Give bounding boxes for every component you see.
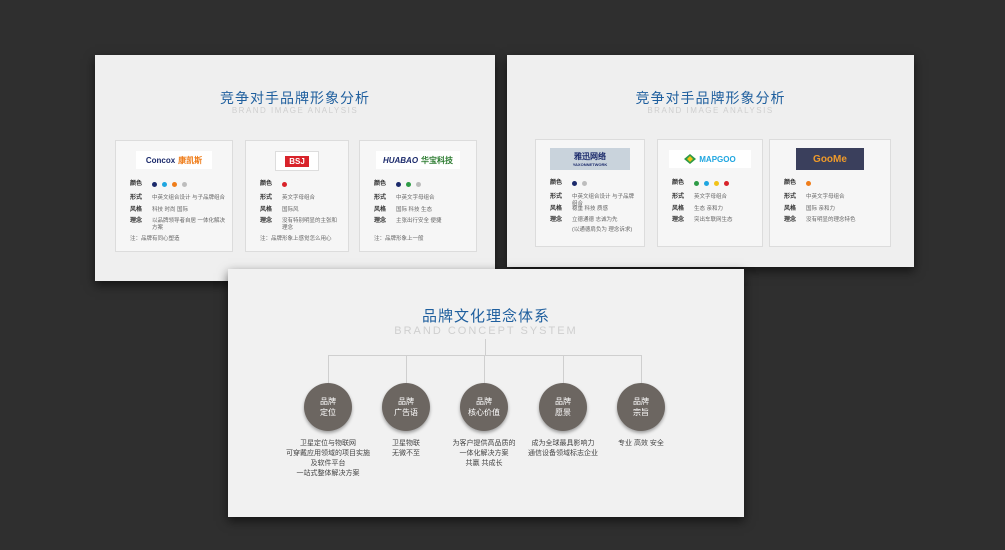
form-row: 形式 英文字母组合 bbox=[672, 194, 728, 200]
brand-logo-huabao: HUABAO 华宝科技 bbox=[376, 151, 460, 169]
brand-logo-concox: Concox 康凯斯 bbox=[136, 151, 212, 169]
color-swatch bbox=[806, 181, 811, 186]
color-swatch bbox=[416, 182, 421, 187]
competitor-card-mapgoo: MAPGOO 颜色 形式 英文字母组合 风格 生态 亲和力 理念 突出车联网生态 bbox=[657, 139, 763, 247]
connector-line bbox=[328, 355, 329, 383]
color-swatches bbox=[694, 180, 729, 187]
competitor-card-concox: Concox 康凯斯 颜色 形式 中英文组合设计 与子品牌组合 风格 科技 时尚 国… bbox=[115, 140, 233, 252]
style-row: 风格 国际 亲和力 bbox=[784, 206, 836, 212]
competitor-analysis-panel-2: 竞争对手品牌形象分析 BRAND IMAGE ANALYSIS 雅迅网络 YAX… bbox=[507, 55, 914, 267]
form-row: 形式 中英文字母组合 bbox=[784, 194, 845, 200]
panel-title: 竞争对手品牌形象分析 bbox=[635, 90, 786, 106]
connector-line bbox=[406, 355, 407, 383]
competitor-card-bsj: BSJ 颜色 形式 英文字母组合 风格 国际风 理念 没有特别明显的主张和理念 注：品… bbox=[245, 140, 349, 252]
color-row: 颜色 bbox=[130, 181, 226, 188]
connector-line bbox=[563, 355, 564, 383]
idea-row: 理念 以品牌领导者自居 一体化解决方案 bbox=[130, 218, 226, 231]
color-swatch bbox=[396, 182, 401, 187]
idea-row: 理念 没有特别明显的主张和理念 bbox=[260, 218, 338, 231]
idea-note: (以通德肩负为 理念诉求) bbox=[572, 227, 633, 233]
idea-row: 理念 突出车联网生态 bbox=[672, 217, 733, 223]
color-swatches bbox=[396, 181, 421, 188]
color-swatches bbox=[282, 181, 287, 188]
concept-node-positioning: 品牌 定位 bbox=[304, 383, 352, 431]
card-note: 注：品牌形象上感觉怎么用心 bbox=[260, 236, 332, 242]
style-row: 风格 生态 亲和力 bbox=[672, 206, 724, 212]
color-row: 颜色 bbox=[260, 181, 342, 188]
brand-logo-yaxon: 雅迅网络 YAXONNETWORK bbox=[550, 148, 630, 170]
concept-node-slogan: 品牌 广告语 bbox=[382, 383, 430, 431]
color-row: 颜色 bbox=[550, 180, 638, 187]
color-swatch bbox=[714, 181, 719, 186]
brand-logo-goome: GooMe bbox=[796, 148, 864, 170]
style-row: 风格 科技 时尚 国际 bbox=[130, 207, 189, 213]
brand-concept-panel: 品牌文化理念体系 BRAND CONCEPT SYSTEM 品牌 定位 品牌 广告语… bbox=[228, 269, 744, 517]
panel-title: 品牌文化理念体系 bbox=[421, 308, 550, 325]
panel-subtitle: BRAND CONCEPT SYSTEM bbox=[394, 325, 578, 337]
color-swatch bbox=[724, 181, 729, 186]
concept-desc-mission: 专业 高效 安全 bbox=[618, 440, 664, 447]
style-row: 风格 国际风 bbox=[260, 207, 299, 213]
concept-node-mission: 品牌 宗旨 bbox=[617, 383, 665, 431]
color-swatch bbox=[694, 181, 699, 186]
competitor-card-yaxon: 雅迅网络 YAXONNETWORK 颜色 形式 中英文组合设计 与子品牌组合 风格… bbox=[535, 139, 645, 247]
mapgoo-mark-icon bbox=[684, 154, 697, 164]
color-swatch bbox=[582, 181, 587, 186]
color-swatches bbox=[806, 180, 811, 187]
color-swatches bbox=[572, 180, 587, 187]
connector-line bbox=[641, 355, 642, 383]
form-row: 形式 英文字母组合 bbox=[260, 195, 316, 201]
idea-row: 理念 主张出行安全 便捷 bbox=[374, 218, 442, 224]
card-note: 注：品牌有同心塑造 bbox=[130, 236, 180, 242]
competitor-analysis-panel-1: 竞争对手品牌形象分析 BRAND IMAGE ANALYSIS Concox 康… bbox=[95, 55, 495, 281]
color-swatch bbox=[704, 181, 709, 186]
color-swatches bbox=[152, 181, 187, 188]
brand-logo-bsj: BSJ bbox=[275, 151, 319, 171]
color-swatch bbox=[572, 181, 577, 186]
panel-subtitle: BRAND IMAGE ANALYSIS bbox=[231, 106, 359, 115]
color-swatch bbox=[282, 182, 287, 187]
brand-logo-mapgoo: MAPGOO bbox=[669, 150, 751, 168]
connector-line bbox=[484, 355, 485, 383]
style-row: 风格 稳重 科技 质感 bbox=[550, 206, 609, 212]
panel-title: 竞争对手品牌形象分析 bbox=[220, 90, 370, 106]
panel-subtitle: BRAND IMAGE ANALYSIS bbox=[647, 106, 774, 115]
form-row: 形式 中英文字母组合 bbox=[374, 195, 435, 201]
competitor-card-goome: GooMe 颜色 形式 中英文字母组合 风格 国际 亲和力 理念 没有明显的理念特色 bbox=[769, 139, 891, 247]
connector-line bbox=[485, 339, 486, 355]
color-swatch bbox=[162, 182, 167, 187]
idea-row: 理念 没有明显的理念特色 bbox=[784, 217, 856, 223]
concept-node-vision: 品牌 愿景 bbox=[539, 383, 587, 431]
concept-node-core-value: 品牌 核心价值 bbox=[460, 383, 508, 431]
color-swatch bbox=[172, 182, 177, 187]
color-swatch bbox=[182, 182, 187, 187]
connector-line bbox=[328, 355, 642, 356]
color-row: 颜色 bbox=[784, 180, 884, 187]
color-swatch bbox=[406, 182, 411, 187]
card-note: 注：品牌形象上一般 bbox=[374, 236, 424, 242]
color-row: 颜色 bbox=[374, 181, 470, 188]
style-row: 风格 国际 科技 生态 bbox=[374, 207, 433, 213]
idea-row: 理念 立德通德 志诚为先 bbox=[550, 217, 618, 223]
color-row: 颜色 bbox=[672, 180, 756, 187]
form-row: 形式 中英文组合设计 与子品牌组合 bbox=[130, 195, 226, 201]
competitor-card-huabao: HUABAO 华宝科技 颜色 形式 中英文字母组合 风格 国际 科技 生态 理念 主张… bbox=[359, 140, 477, 252]
color-swatch bbox=[152, 182, 157, 187]
